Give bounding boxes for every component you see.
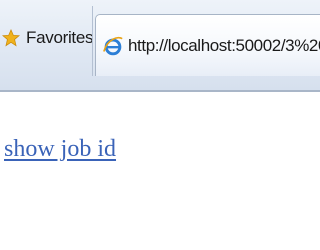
show-job-id-link[interactable]: show job id bbox=[4, 136, 116, 163]
browser-toolbar: Favorites http://localhost:50002/3%20Dro… bbox=[0, 0, 320, 92]
browser-tab[interactable]: http://localhost:50002/3%20DropDow bbox=[95, 14, 320, 76]
page-content: show job id bbox=[0, 92, 320, 250]
star-icon bbox=[2, 28, 20, 47]
favorites-button[interactable]: Favorites bbox=[0, 10, 101, 66]
ie-icon bbox=[103, 36, 123, 55]
toolbar-separator bbox=[92, 6, 93, 76]
favorites-label: Favorites bbox=[26, 28, 94, 47]
tab-title: http://localhost:50002/3%20DropDow bbox=[128, 35, 320, 55]
